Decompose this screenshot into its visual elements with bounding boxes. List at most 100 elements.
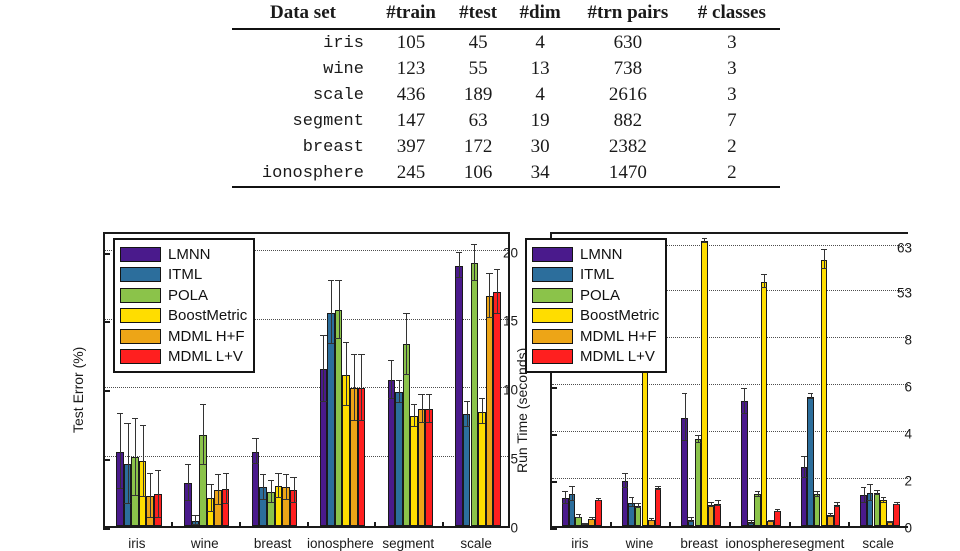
x-tick-label-scale: scale [460, 536, 492, 551]
gridline [105, 456, 508, 458]
error-cap-top [860, 487, 867, 489]
error-cap-top [350, 354, 357, 356]
cell-classes: 2 [727, 136, 737, 157]
error-bar [421, 395, 423, 423]
error-cap-top [290, 476, 297, 478]
dataset-table: Data set #train #test #dim #trn pairs # … [232, 0, 780, 188]
error-cap-bottom [827, 515, 834, 517]
error-cap-top [403, 312, 410, 314]
table-row: scale 436 189 4 2616 3 [232, 82, 780, 108]
error-cap-top [267, 479, 274, 481]
error-cap-top [708, 501, 714, 503]
legend-label: BoostMetric [168, 307, 248, 325]
error-cap-bottom [154, 516, 162, 518]
error-cap-bottom [761, 287, 767, 289]
bar-lmnn-ionosphere [740, 401, 748, 526]
error-cap-bottom [184, 500, 191, 502]
error-cap-top [648, 517, 655, 519]
error-cap-top [184, 464, 191, 466]
error-cap-bottom [275, 497, 282, 499]
error-bar [142, 425, 144, 498]
error-cap-top [222, 472, 229, 474]
bar-boostmetric-ionosphere [760, 281, 768, 526]
error-cap-top [199, 403, 207, 405]
legend-item-mdml-l-v: MDML L+V [120, 347, 247, 368]
error-cap-bottom [267, 501, 274, 503]
y-tick-label: 8 [904, 332, 912, 348]
y-tick-mark [103, 390, 110, 393]
dataset-table-container: Data set #train #test #dim #trn pairs # … [232, 0, 780, 197]
error-cap-bottom [874, 494, 880, 496]
error-bar [823, 249, 825, 270]
error-cap-bottom [124, 502, 131, 504]
y-tick-mark [550, 528, 557, 530]
error-cap-bottom [575, 516, 582, 518]
error-cap-top [463, 401, 470, 403]
error-cap-top [821, 248, 827, 250]
legend-swatch-icon [120, 267, 161, 283]
error-cap-top [214, 474, 222, 476]
error-cap-bottom [814, 495, 820, 497]
error-cap-bottom [569, 500, 575, 502]
error-cap-bottom [867, 500, 873, 502]
error-bar [406, 314, 408, 375]
error-cap-top [834, 501, 840, 503]
error-bar [684, 394, 686, 442]
cell-name: segment [292, 111, 364, 131]
error-cap-top [327, 279, 335, 281]
bar-lmnn-segment [387, 380, 396, 526]
bar-itml-segment [807, 396, 814, 526]
legend-item-itml: ITML [120, 265, 247, 286]
error-cap-top [874, 489, 880, 491]
error-cap-bottom [418, 421, 425, 423]
error-bar [202, 404, 204, 466]
error-bar [225, 473, 227, 504]
y-tick-label: 2 [904, 473, 912, 489]
x-tick-mark [729, 522, 731, 528]
legend-item-mdml-l-v: MDML L+V [532, 347, 659, 368]
error-cap-top [131, 417, 139, 419]
error-cap-top [635, 502, 641, 504]
error-cap-top [688, 516, 694, 518]
error-bar [263, 475, 265, 500]
error-bar [293, 477, 295, 503]
cell-train: 105 [396, 32, 426, 53]
error-cap-top [595, 497, 602, 499]
error-cap-bottom [774, 510, 781, 512]
x-tick-label-wine: wine [625, 536, 654, 551]
error-cap-bottom [655, 488, 661, 490]
error-cap-top [589, 516, 595, 518]
error-cap-bottom [880, 501, 887, 503]
error-cap-bottom [463, 425, 470, 427]
column-header-dataset: Data set [270, 2, 336, 23]
cell-classes: 3 [727, 32, 737, 53]
gridline [552, 384, 908, 386]
error-bar [323, 336, 325, 403]
error-cap-top [622, 473, 628, 475]
cell-dim: 13 [530, 58, 550, 79]
x-tick-mark [788, 522, 791, 528]
bar-pola-ionosphere [334, 309, 343, 526]
legend-label: ITML [168, 266, 203, 284]
error-bar [481, 399, 483, 425]
legend-label: POLA [580, 286, 621, 304]
error-cap-bottom [695, 441, 701, 443]
x-tick-label-wine: wine [190, 536, 219, 551]
cell-train: 436 [396, 84, 426, 105]
legend-item-mdml-h-f: MDML H+F [120, 326, 247, 347]
bar-lmnn-scale [455, 265, 463, 526]
column-header-test: #test [459, 2, 498, 23]
error-cap-top [455, 252, 463, 254]
error-cap-bottom [147, 516, 154, 518]
run-time-legend: LMNN ITML POLA BoostMetric MDML H+F MDML L+V [525, 238, 668, 373]
error-bar [803, 456, 805, 478]
error-bar [571, 487, 573, 502]
x-tick-label-ionosphere: ionosphere [725, 536, 793, 551]
error-cap-bottom [681, 440, 688, 442]
cell-test: 172 [463, 136, 493, 157]
cell-train: 147 [396, 110, 426, 131]
error-bar [255, 439, 257, 465]
error-cap-bottom [628, 506, 635, 508]
error-cap-bottom [290, 501, 297, 503]
bar-pola-iris [575, 516, 582, 526]
